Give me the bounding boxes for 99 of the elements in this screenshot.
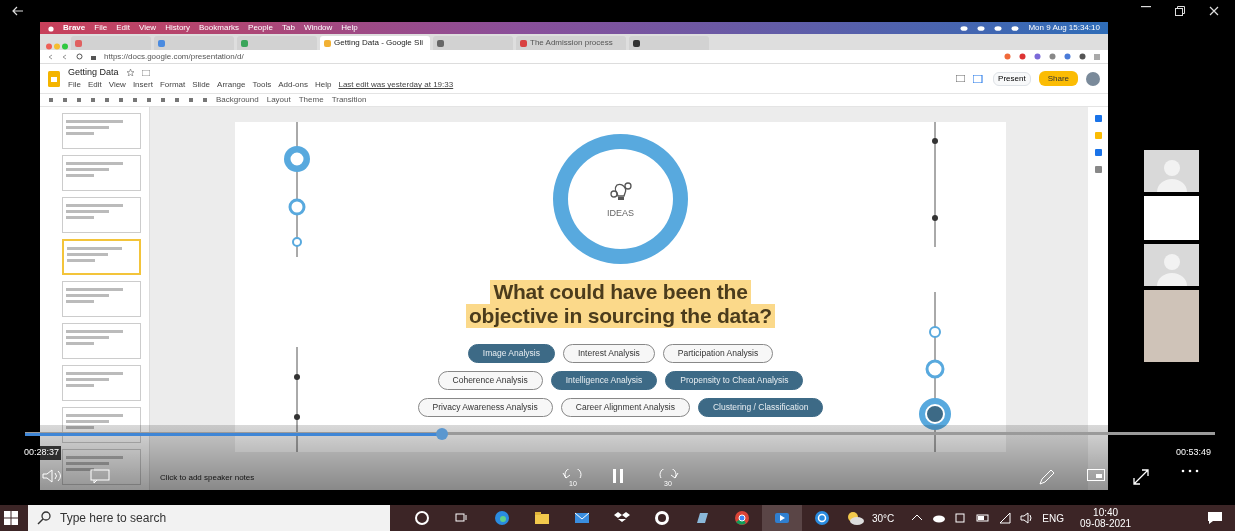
present-button[interactable]: Present <box>993 71 1031 86</box>
back-arrow-icon[interactable] <box>12 6 24 16</box>
avatar-icon[interactable] <box>1086 71 1100 86</box>
slide-thumbnail[interactable] <box>62 155 141 191</box>
document-title[interactable]: Getting Data <box>68 65 119 80</box>
search-icon <box>37 511 51 525</box>
menu-item[interactable]: Tools <box>252 79 272 92</box>
chrome-icon <box>734 510 750 526</box>
browser-tab[interactable]: Getting Data - Google Sli <box>320 36 430 50</box>
slide-thumbnail[interactable] <box>62 239 141 275</box>
speaker-notes-placeholder[interactable]: Click to add speaker notes <box>160 472 255 484</box>
person-silhouette-icon <box>1156 158 1187 192</box>
reload-icon[interactable] <box>76 53 83 60</box>
menu-item[interactable]: Format <box>159 79 186 92</box>
apple-logo-icon[interactable] <box>48 24 54 32</box>
weather-cloud-icon[interactable] <box>846 511 864 525</box>
help-icon <box>814 510 830 526</box>
browser-tab[interactable] <box>629 36 709 50</box>
pen-button[interactable] <box>1038 469 1056 485</box>
slide-thumbnail[interactable] <box>62 365 141 401</box>
browser-tab[interactable] <box>433 36 513 50</box>
option-label: Privacy Awareness Analysis <box>417 398 553 417</box>
share-button[interactable]: Share <box>1038 71 1078 86</box>
minimize-icon[interactable] <box>1141 6 1151 8</box>
slides-logo-icon <box>48 70 60 87</box>
option-label: Interest Analysis <box>562 344 655 363</box>
rewind-arrow-icon <box>562 469 584 479</box>
person-silhouette-icon <box>1156 252 1187 286</box>
menu-item[interactable]: Insert <box>132 79 153 92</box>
photo-placeholder <box>1144 290 1199 362</box>
circle-app-icon <box>654 510 670 526</box>
fullscreen-button[interactable] <box>1133 469 1149 485</box>
menu-item[interactable]: History <box>165 22 191 34</box>
slide-thumbnail[interactable] <box>62 197 141 233</box>
toolbar-button[interactable]: Theme <box>298 94 324 106</box>
menu-item[interactable]: Help <box>341 22 358 34</box>
slide-thumbnail[interactable] <box>62 323 141 359</box>
start-icon <box>4 511 18 525</box>
mail-icon <box>574 510 590 526</box>
option-label: Clustering / Classification <box>698 398 824 417</box>
shield-icon[interactable] <box>1004 53 1011 60</box>
menu-item[interactable]: Edit <box>87 79 102 92</box>
menu-item[interactable]: Edit <box>116 22 130 34</box>
battery-icon[interactable] <box>976 511 991 525</box>
menu-item[interactable]: File <box>68 79 81 92</box>
option-label: Career Alignment Analysis <box>560 398 690 417</box>
captions-icon <box>90 469 110 483</box>
video-app-icon <box>774 510 790 526</box>
menu-item[interactable]: View <box>108 79 126 92</box>
more-options-button[interactable] <box>1180 469 1200 473</box>
menu-item[interactable]: Tab <box>281 22 295 34</box>
menu-item[interactable]: Add-ons <box>278 79 308 92</box>
restore-icon[interactable] <box>1175 6 1185 16</box>
menu-bar-clock: Mon 9 Aug 15:34:10 <box>1028 22 1100 34</box>
toolbar-button[interactable]: Background <box>216 94 259 106</box>
clock-date[interactable]: 09-08-2021 <box>1080 518 1132 529</box>
slide-thumbnail[interactable] <box>62 449 141 485</box>
pause-icon <box>612 469 624 483</box>
toolbar-button[interactable]: Transition <box>331 94 367 106</box>
address-field[interactable]: https://docs.google.com/presentation/d/ <box>104 50 996 63</box>
option-label: Image Analysis <box>467 344 555 363</box>
toolbar-button[interactable]: Layout <box>266 94 291 106</box>
ideas-label: IDEAS <box>607 207 634 221</box>
temperature[interactable]: 30°C <box>872 510 895 526</box>
browser-icon <box>494 510 510 526</box>
menu-item[interactable]: View <box>138 22 157 34</box>
option-label: Intelligence Analysis <box>550 371 658 390</box>
slide-thumbnail[interactable] <box>62 113 141 149</box>
menu-item[interactable]: File <box>94 22 108 34</box>
option-label: Participation Analysis <box>662 344 774 363</box>
search-field[interactable]: Type here to search <box>28 505 390 531</box>
back-icon[interactable] <box>48 53 54 60</box>
star-icon[interactable] <box>126 69 134 76</box>
option-label: Propensity to Cheat Analysis <box>665 371 804 390</box>
cortana-icon <box>414 510 430 526</box>
elapsed-time: 00:28:37 <box>22 446 62 460</box>
menu-item[interactable]: Arrange <box>217 79 246 92</box>
pen-icon <box>1038 469 1056 485</box>
menu-item[interactable]: People <box>248 22 273 34</box>
photo-placeholder <box>1144 196 1199 240</box>
menu-item[interactable]: Bookmarks <box>199 22 240 34</box>
menu-item[interactable]: Help <box>315 79 332 92</box>
pause-button[interactable] <box>612 469 624 483</box>
option-label: Coherence Analysis <box>437 371 543 390</box>
mini-player-button[interactable] <box>1087 469 1105 481</box>
close-icon[interactable] <box>1209 6 1219 16</box>
window-controls-icon <box>46 43 68 50</box>
menu-item[interactable]: Slide <box>192 79 211 92</box>
browser-tab[interactable]: The Admission process <box>516 36 626 50</box>
clock-time[interactable]: 10:40 <box>1093 507 1119 518</box>
notification-icon <box>1207 511 1223 525</box>
slide-thumbnail[interactable] <box>62 281 141 317</box>
more-options-icon <box>1180 469 1200 473</box>
forward-arrow-icon <box>657 469 679 479</box>
input-language[interactable]: ENG <box>1042 510 1064 526</box>
fullscreen-icon <box>1133 469 1149 485</box>
last-edit-link[interactable]: Last edit was yesterday at 19:33 <box>338 79 454 92</box>
app-name[interactable]: Brave <box>63 22 86 34</box>
menu-item[interactable]: Window <box>303 22 333 34</box>
